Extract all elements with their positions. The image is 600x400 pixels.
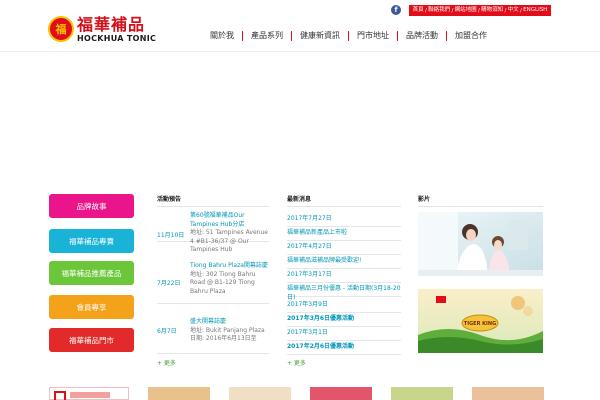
events-more-link[interactable]: + 更多 (157, 358, 176, 367)
news-more-link[interactable]: + 更多 (287, 358, 306, 367)
bottom-cart-icon (54, 391, 66, 400)
site-logo[interactable]: 福 福華補品 HOCKHUA TONIC (48, 16, 156, 48)
video-thumbnail-tiger-king[interactable]: TIGER KING (418, 289, 543, 353)
category-button-recommended[interactable]: 福華補品推薦產品 (49, 261, 134, 285)
site-header: 福 福華補品 HOCKHUA TONIC f 首頁 / 聯絡我們 / 網站地圖 … (0, 0, 600, 52)
category-button-stores[interactable]: 福華補品門市 (49, 328, 134, 352)
event-date: 6月7日 (157, 328, 177, 335)
utility-link-contact[interactable]: 聯絡我們 (428, 5, 450, 16)
event-item[interactable]: 11月10日 第60號福華補品Our Tampines Hub分店 地址: 51… (157, 212, 269, 253)
tiger-king-banner-text: TIGER KING (464, 321, 496, 327)
event-date: 7月22日 (157, 280, 181, 287)
events-heading: 活動預告 (157, 196, 182, 203)
video-thumbnail-image (418, 212, 543, 276)
category-button-members[interactable]: 會員專享 (49, 295, 134, 319)
event-address: 地址: Bukit Panjang Plaza 日期: 2016年6月13日至 (190, 326, 265, 343)
video-heading: 影片 (418, 196, 431, 203)
nav-item-stores[interactable]: 門市地址 (349, 30, 397, 42)
product-tile-5[interactable] (472, 387, 544, 400)
logo-chinese-name: 福華補品 (77, 15, 146, 34)
utility-separator: / (451, 7, 454, 14)
top-utility-bar: 首頁 / 聯絡我們 / 網站地圖 / 購物須知 / 中文 / ENGLISH (409, 5, 551, 16)
language-chinese[interactable]: 中文 (508, 5, 519, 16)
bottom-logo-tile[interactable] (49, 387, 129, 400)
news-heading: 最新消息 (287, 196, 312, 203)
utility-link-sitemap[interactable]: 網站地圖 (455, 5, 477, 16)
utility-separator: / (519, 7, 522, 14)
news-link[interactable]: 福華補品三月份優惠 - 活動日期(3月18-20日) (287, 280, 401, 301)
product-tile-2[interactable] (229, 387, 291, 400)
event-body: Tiong Bahru Plaza開幕誌慶 地址: 302 Tiong Bahr… (190, 262, 270, 296)
nav-item-health-news[interactable]: 健康新資訊 (292, 30, 348, 42)
utility-separator: / (424, 7, 427, 14)
utility-link-home[interactable]: 首頁 (413, 5, 424, 16)
nav-item-about[interactable]: 關於我 (202, 30, 242, 42)
logo-emblem-icon: 福 (48, 16, 74, 42)
event-body: 盛大開幕誌慶 地址: Bukit Panjang Plaza 日期: 2016年… (190, 318, 270, 344)
utility-separator: / (477, 7, 480, 14)
event-title[interactable]: 第60號福華補品Our Tampines Hub分店 (190, 212, 270, 229)
product-tile-4[interactable] (391, 387, 453, 400)
nav-item-franchise[interactable]: 加盟合作 (447, 30, 495, 42)
event-title[interactable]: Tiong Bahru Plaza開幕誌慶 (190, 262, 270, 271)
nav-item-products[interactable]: 產品系列 (243, 30, 291, 42)
logo-english-name: HOCKHUA TONIC (77, 34, 157, 43)
product-tile-1[interactable] (148, 387, 210, 400)
news-link[interactable]: 2017年2月6日優惠活動 (287, 338, 401, 355)
event-address: 地址: 51 Tampines Avenue 4 #B1-36/37 @ Our… (190, 229, 268, 253)
language-english[interactable]: ENGLISH (523, 5, 547, 16)
facebook-icon[interactable]: f (391, 5, 401, 15)
hero-banner-area (0, 53, 600, 183)
video-thumbnail-image: TIGER KING (418, 289, 543, 353)
event-item[interactable]: 7月22日 Tiong Bahru Plaza開幕誌慶 地址: 302 Tion… (157, 262, 269, 304)
event-item[interactable]: 6月7日 盛大開幕誌慶 地址: Bukit Panjang Plaza 日期: … (157, 318, 269, 354)
main-navigation: 關於我 產品系列 健康新資訊 門市地址 品牌活動 加盟合作 (202, 30, 495, 42)
category-button-specialty[interactable]: 福華補品專賣 (49, 229, 134, 253)
events-divider (157, 206, 269, 207)
category-button-brand-story[interactable]: 品牌故事 (49, 194, 134, 218)
event-body: 第60號福華補品Our Tampines Hub分店 地址: 51 Tampin… (190, 212, 270, 255)
product-tile-3[interactable] (310, 387, 372, 400)
bottom-logo-accent (70, 392, 110, 398)
event-date: 11月10日 (157, 232, 185, 239)
video-divider (418, 206, 543, 207)
nav-item-brand-events[interactable]: 品牌活動 (398, 30, 446, 42)
utility-link-shopping-guide[interactable]: 購物須知 (481, 5, 503, 16)
utility-separator: / (504, 7, 507, 14)
event-address: 地址: 302 Tiong Bahru Road @ B1-129 Tiong … (190, 270, 256, 295)
video-thumbnail-mother-child[interactable] (418, 212, 543, 276)
event-title[interactable]: 盛大開幕誌慶 (190, 318, 270, 327)
news-divider (287, 206, 401, 207)
